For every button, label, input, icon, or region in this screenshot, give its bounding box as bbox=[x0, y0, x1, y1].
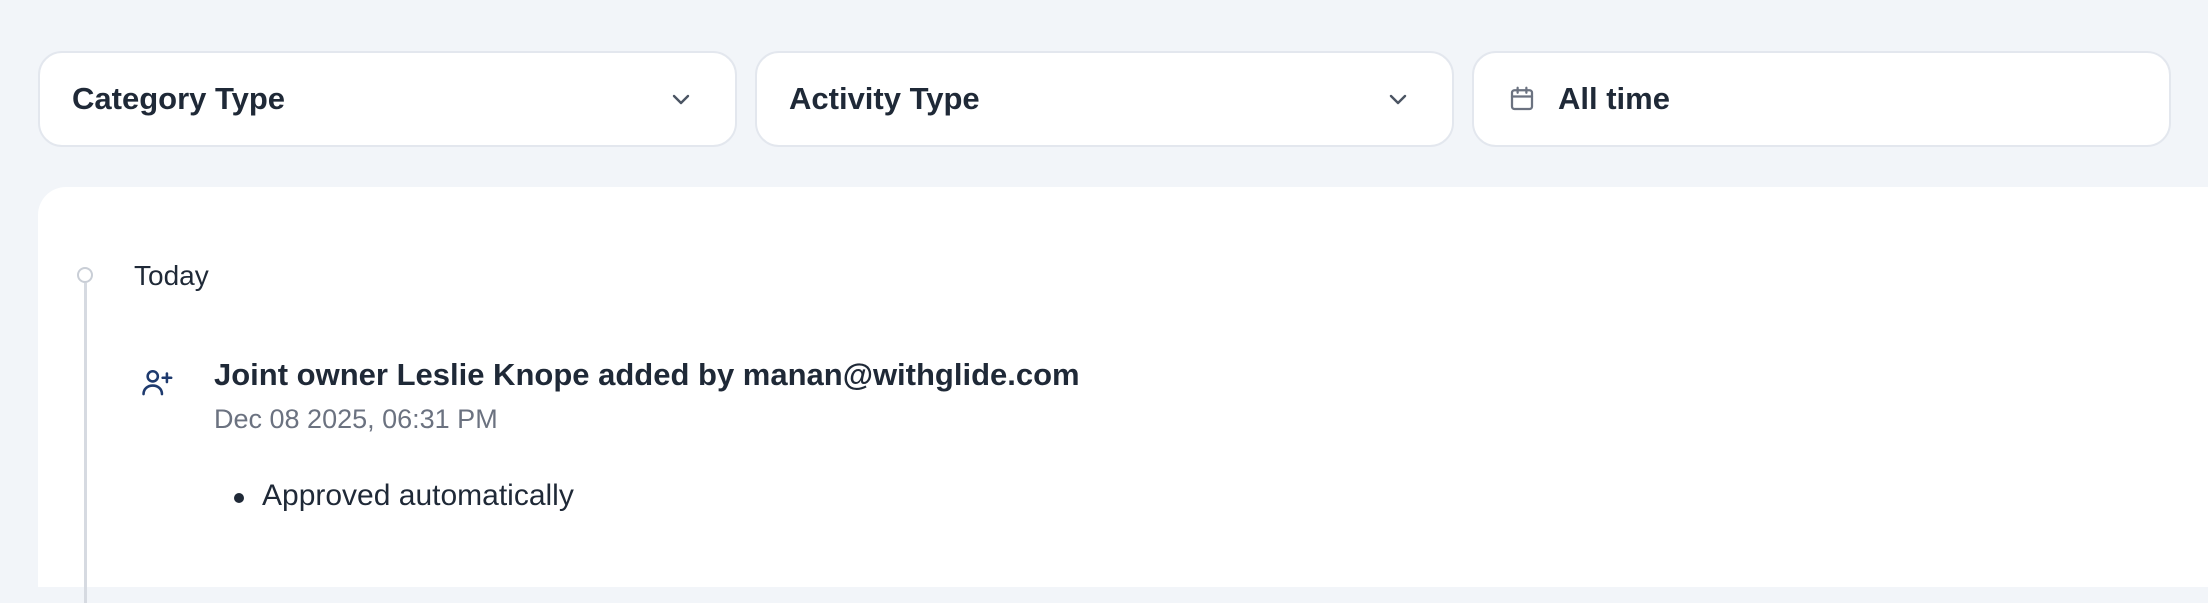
activity-type-label: Activity Type bbox=[789, 81, 980, 116]
activity-type-dropdown[interactable]: Activity Type bbox=[755, 51, 1454, 147]
user-plus-icon bbox=[140, 365, 174, 399]
activity-timeline-panel: Today Joint owner Leslie Knope added by … bbox=[38, 187, 2208, 603]
category-type-label: Category Type bbox=[72, 81, 286, 116]
timeline-group-label: Today bbox=[134, 260, 209, 291]
calendar-icon bbox=[1506, 83, 1538, 115]
date-range-picker[interactable]: All time bbox=[1472, 51, 2171, 147]
event-details-list: Approved automatically bbox=[234, 479, 574, 513]
timeline-group-marker bbox=[77, 267, 93, 283]
chevron-down-icon bbox=[1384, 85, 1412, 113]
event-detail-item: Approved automatically bbox=[234, 479, 574, 513]
date-range-label: All time bbox=[1558, 81, 1670, 116]
chevron-down-icon bbox=[667, 85, 695, 113]
category-type-dropdown[interactable]: Category Type bbox=[38, 51, 737, 147]
event-timestamp: Dec 08 2025, 06:31 PM bbox=[214, 404, 498, 434]
event-title: Joint owner Leslie Knope added by manan@… bbox=[214, 357, 1080, 392]
bullet-point bbox=[234, 493, 244, 503]
filter-bar: Category Type Activity Type All time bbox=[38, 51, 2171, 147]
event-detail-text: Approved automatically bbox=[262, 479, 574, 512]
timeline-line bbox=[84, 283, 87, 603]
